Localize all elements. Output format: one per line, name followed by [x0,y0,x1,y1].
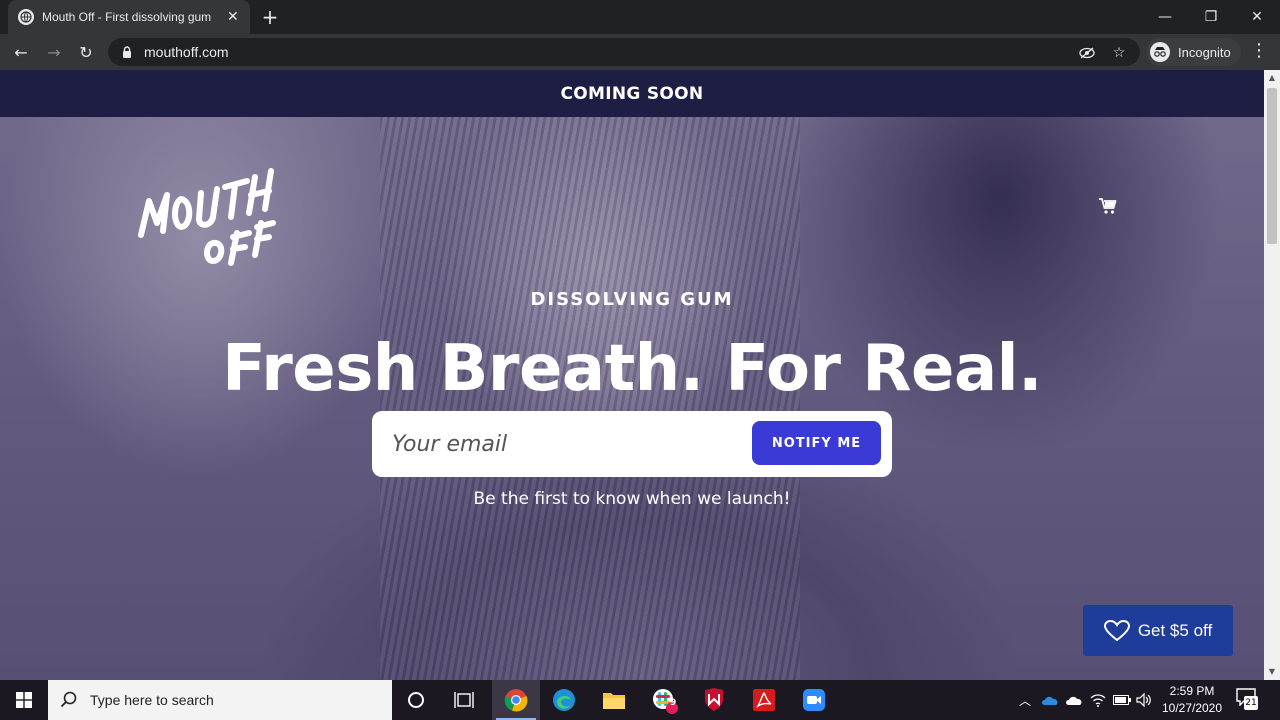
chrome-icon[interactable] [492,680,540,720]
task-view-icon[interactable] [440,680,488,720]
search-icon [60,691,77,708]
globe-icon [18,9,34,25]
announcement-bar: COMING SOON [0,70,1264,117]
email-input[interactable] [392,424,742,464]
hero-eyebrow: DISSOLVING GUM [530,289,734,310]
heart-icon [1103,619,1130,641]
volume-icon[interactable] [1134,680,1154,720]
hero-section: DISSOLVING GUM Fresh Breath. For Real. N… [0,117,1264,680]
battery-icon[interactable] [1112,680,1132,720]
launch-subline: Be the first to know when we launch! [473,489,791,509]
clock-date: 10/27/2020 [1161,701,1223,715]
edge-icon[interactable] [540,680,588,720]
action-center-icon[interactable]: 21 [1236,688,1260,712]
back-icon[interactable]: ← [9,40,33,64]
tracking-blocked-eye-icon[interactable] [1078,44,1096,62]
scroll-thumb[interactable] [1267,88,1277,244]
show-hidden-icons-icon[interactable]: ︿ [1016,680,1034,720]
notification-count: 21 [1244,696,1258,710]
search-placeholder: Type here to search [90,692,214,708]
close-window-icon[interactable]: ✕ [1234,0,1280,34]
wifi-icon[interactable] [1088,680,1108,720]
address-bar[interactable]: mouthoff.com ☆ [108,38,1140,66]
cloud-icon[interactable] [1064,680,1084,720]
taskbar-search-box[interactable]: Type here to search [48,680,392,720]
taskbar-clock[interactable]: 2:59 PM 10/27/2020 [1156,683,1228,717]
get-discount-button[interactable]: Get $5 off [1083,605,1233,656]
hero-headline: Fresh Breath. For Real. [222,332,1042,406]
windows-taskbar: Type here to search 9 ︿ 2:59 PM 10/27/20… [0,680,1280,720]
restore-icon[interactable]: ❐ [1188,0,1234,34]
incognito-profile-button[interactable]: Incognito [1146,38,1241,66]
url-text: mouthoff.com [144,44,229,60]
profile-label: Incognito [1178,44,1231,60]
announcement-text: COMING SOON [560,83,704,104]
tab-title: Mouth Off - First dissolving gum [42,10,212,24]
cortana-icon[interactable] [392,680,440,720]
browser-tabstrip: Mouth Off - First dissolving gum ✕ + — ❐… [0,0,1280,34]
scroll-down-icon[interactable]: ▼ [1268,668,1276,676]
onedrive-icon[interactable] [1040,680,1060,720]
browser-toolbar: ← → ↻ mouthoff.com ☆ Incognito ⋮ [0,34,1280,70]
slack-icon[interactable]: 9 [640,680,688,720]
slack-badge: 9 [670,698,677,708]
new-tab-icon[interactable]: + [258,5,282,29]
forward-icon[interactable]: → [42,40,66,64]
windows-start-icon[interactable] [0,680,48,720]
browser-tab[interactable]: Mouth Off - First dissolving gum ✕ [8,0,250,34]
discount-label: Get $5 off [1137,620,1213,640]
incognito-icon [1150,42,1170,62]
page-scrollbar[interactable]: ▲ ▼ [1264,70,1280,680]
clock-time: 2:59 PM [1169,684,1215,698]
minimize-icon[interactable]: — [1142,0,1188,34]
bookmark-star-icon[interactable]: ☆ [1110,44,1128,62]
tab-close-icon[interactable]: ✕ [227,9,239,25]
reload-icon[interactable]: ↻ [74,40,98,64]
zoom-icon[interactable] [790,680,838,720]
page-viewport: COMING SOON DISSOLVING GUM Fresh Breath. [0,70,1264,680]
email-signup-form: NOTIFY ME [372,411,892,477]
mcafee-icon[interactable] [690,680,738,720]
scroll-up-icon[interactable]: ▲ [1268,74,1276,82]
cart-icon[interactable] [1098,197,1118,215]
notify-me-button[interactable]: NOTIFY ME [752,421,881,465]
acrobat-icon[interactable] [740,680,788,720]
mouth-off-logo[interactable] [135,157,285,267]
file-explorer-icon[interactable] [590,680,638,720]
browser-menu-icon[interactable]: ⋮ [1250,40,1268,64]
lock-icon [123,46,131,58]
